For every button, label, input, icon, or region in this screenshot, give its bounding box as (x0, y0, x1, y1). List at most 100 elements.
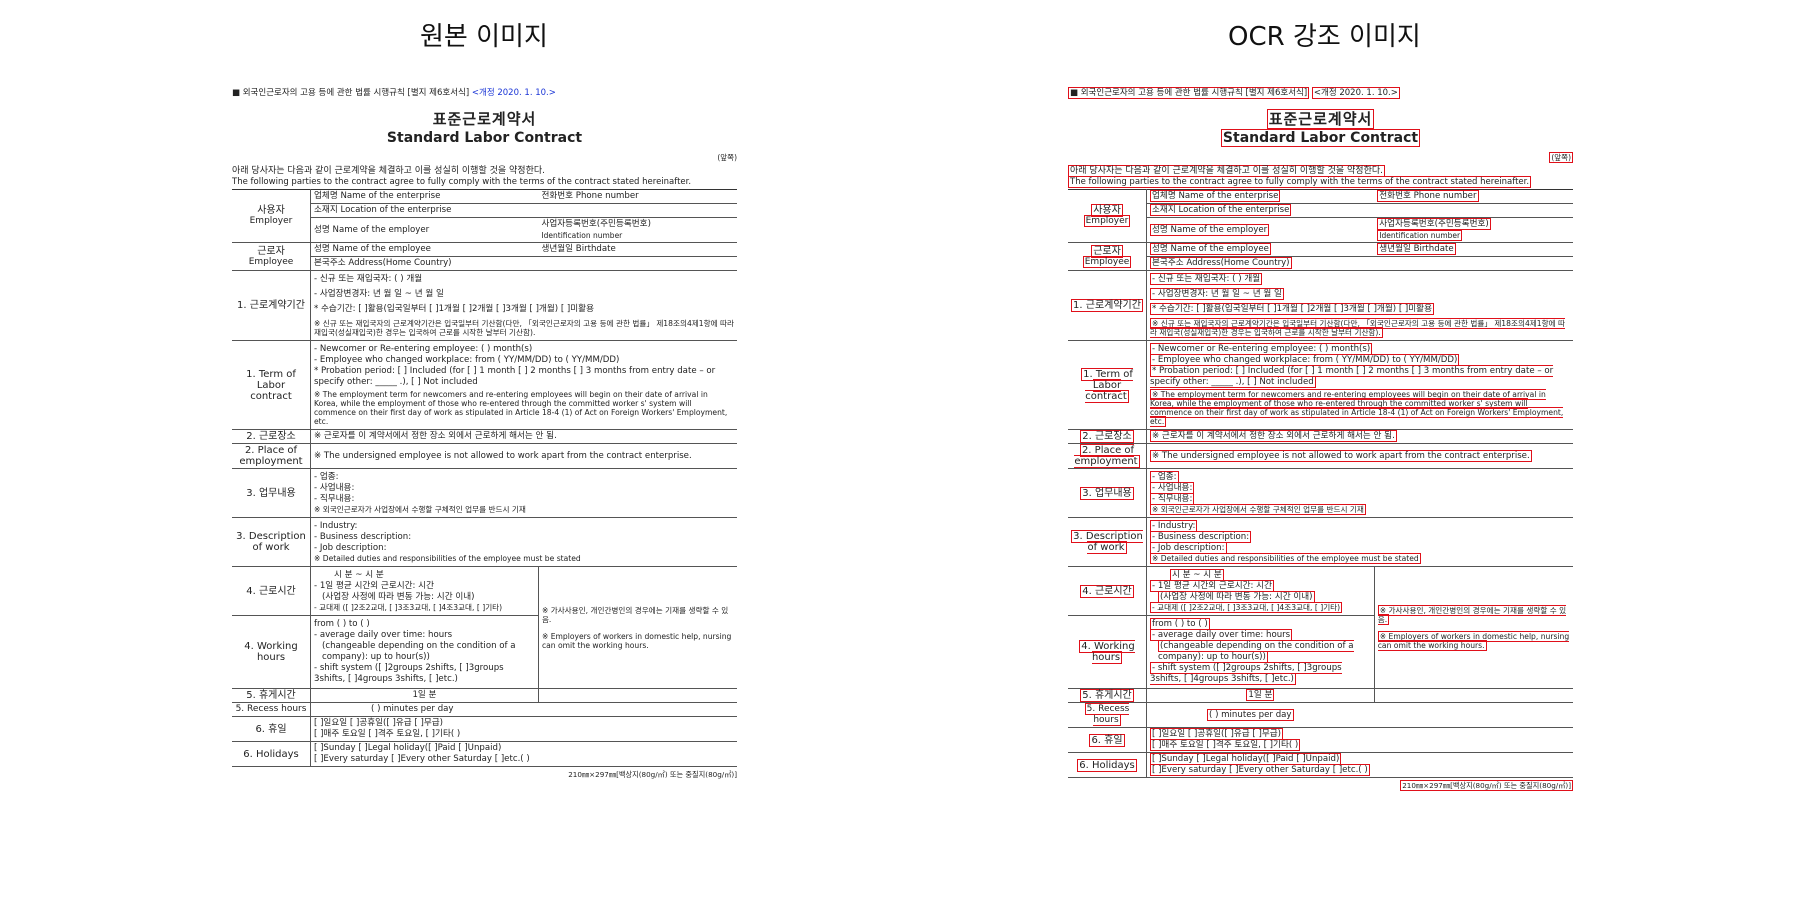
recess-ko-label: 5. 휴게시간 (232, 688, 311, 703)
paper-spec-footer: 210㎜×297㎜[백상지(80g/㎡) 또는 중질지(80g/㎡)] (568, 770, 737, 779)
work-ko-label: 3. 업무내용 (1068, 468, 1147, 518)
enterprise-name-field: 업체명 Name of the enterprise (1146, 189, 1375, 204)
place-ko-label: 2. 근로장소 (232, 429, 311, 444)
term-ko-line: - 사업장변경자: 년 월 일 ~ 년 월 일 (1150, 288, 1570, 300)
phone-field: 전화번호 Phone number (1374, 189, 1573, 204)
holidays-ko-line: [ ]일요일 [ ]공휴일([ ]유급 [ ]무급) (314, 718, 443, 728)
intro-korean: 아래 당사자는 다음과 같이 근로계약을 체결하고 이를 성실히 이행할 것을 … (232, 166, 545, 176)
hours-en-label: 4. Working hours (232, 615, 311, 689)
intro-english-box: The following parties to the contract ag… (1068, 176, 1532, 188)
employee-name-field: 성명 Name of the employee (1146, 242, 1375, 257)
employer-name-field: 성명 Name of the employer (1146, 217, 1375, 243)
hours-note-ko: ※ 가사사용인, 개인간병인의 경우에는 기재를 생략할 수 있음. (541, 605, 729, 624)
ocr-box: Employer (1083, 215, 1131, 227)
term-en-line: * Probation period: [ ] Included (for [ … (1150, 365, 1570, 388)
page-side-label: (앞쪽) (1068, 152, 1573, 163)
term-ko-label: 1. 근로계약기간 (232, 270, 311, 341)
home-address-field: 본국주소 Address(Home Country) (1146, 256, 1573, 271)
employee-label-en: Employee (1071, 255, 1143, 268)
ocr-box: 사업자등록번호(주민등록번호) (1377, 218, 1491, 230)
ocr-box: 6. 휴일 (1089, 733, 1125, 747)
work-ko-note: ※ 외국인근로자가 사업장에서 수행할 구체적인 업무를 반드시 기재 (1150, 504, 1570, 515)
ocr-box: 성명 Name of the employer (1150, 223, 1270, 236)
work-ko-line: - 사업내용: (1150, 482, 1570, 494)
term-ko-line: - 신규 또는 재입국자: ( ) 개월 (1150, 273, 1570, 285)
ocr-box: 4. Working hours (1079, 640, 1135, 664)
hours-note-en: ※ Employers of workers in domestic help,… (1377, 630, 1570, 651)
ocr-box: 5. Recess hours (1084, 703, 1130, 726)
hours-notes: ※ 가사사용인, 개인간병인의 경우에는 기재를 생략할 수 있음. ※ Emp… (537, 566, 737, 689)
ocr-box: 1일 분 (1246, 689, 1275, 701)
work-ko-label: 3. 업무내용 (232, 468, 311, 518)
hours-en-line: (changeable depending on the condition o… (322, 641, 516, 662)
hours-en-line: (changeable depending on the condition o… (1150, 640, 1371, 663)
ocr-box: 3. Description of work (1071, 530, 1143, 554)
intro-text: 아래 당사자는 다음과 같이 근로계약을 체결하고 이를 성실히 이행할 것을 … (232, 166, 737, 188)
title-english: Standard Labor Contract (1068, 129, 1573, 147)
title-english-box: Standard Labor Contract (1220, 129, 1421, 147)
page-side-label: (앞쪽) (717, 153, 737, 162)
title-english: Standard Labor Contract (386, 130, 583, 146)
ocr-box: ※ 외국인근로자가 사업장에서 수행할 구체적인 업무를 반드시 기재 (1150, 504, 1366, 515)
employer-section-label: 사용자 Employer (232, 189, 311, 243)
hours-ko-label: 4. 근로시간 (232, 566, 311, 616)
ocr-box: (changeable depending on the condition o… (1158, 640, 1354, 663)
term-ko-line: - 신규 또는 재입국자: ( ) 개월 (314, 274, 423, 284)
ocr-box: 2. 근로장소 (1080, 430, 1134, 443)
term-ko-note: ※ 신규 또는 재입국자의 근로계약기간은 입국일부터 기산함(다만, 「외국인… (1150, 318, 1570, 338)
work-en-line: - Industry: (314, 521, 358, 531)
work-en-label: 3. Description of work (232, 517, 311, 567)
term-en-label: 1. Term of Labor contract (232, 340, 311, 430)
enterprise-name-field: 업체명 Name of the enterprise (310, 189, 539, 204)
ocr-box: [ ]매주 토요일 [ ]격주 토요일, [ ]기타( ) (1150, 739, 1301, 751)
ocr-box: ※ 가사사용인, 개인간병인의 경우에는 기재를 생략할 수 있음. (1377, 604, 1567, 625)
hours-en-label: 4. Working hours (1068, 615, 1147, 689)
employer-label-en: Employer (249, 216, 293, 226)
term-ko-content: - 신규 또는 재입국자: ( ) 개월 - 사업장변경자: 년 월 일 ~ 년… (310, 270, 737, 341)
work-en-line: - Business description: (314, 532, 412, 542)
place-en-label: 2. Place of employment (232, 443, 311, 469)
intro-english: The following parties to the contract ag… (1068, 176, 1573, 188)
birthdate-field: 생년월일 Birthdate (1374, 242, 1573, 257)
hours-note-en: ※ Employers of workers in domestic help,… (541, 631, 732, 650)
term-ko-label: 1. 근로계약기간 (1068, 270, 1147, 341)
hours-ko-content: 시 분 ~ 시 분 - 1일 평균 시간외 근로시간: 시간 (사업장 사정에 … (310, 566, 539, 616)
phone-field: 전화번호 Phone number (538, 189, 737, 204)
ocr-highlighted-document: ■ 외국인근로자의 고용 등에 관한 법률 시행규칙 [별지 제6호서식] <개… (1068, 86, 1573, 866)
hours-en-content: from ( ) to ( ) - average daily over tim… (1146, 615, 1375, 689)
work-ko-content: - 업종: - 사업내용: - 직무내용: ※ 외국인근로자가 사업장에서 수행… (310, 468, 737, 518)
ocr-box: 성명 Name of the employee (1150, 243, 1271, 255)
paper-spec-footer: 210㎜×297㎜[백상지(80g/㎡) 또는 중질지(80g/㎡)] (1068, 780, 1573, 791)
recess-en-label: 5. Recess hours (232, 702, 311, 717)
holidays-ko-label: 6. 휴일 (232, 716, 311, 742)
ocr-box: 본국주소 Address(Home Country) (1150, 257, 1292, 269)
ocr-box: 3. 업무내용 (1080, 486, 1134, 500)
holidays-ko-line: [ ]매주 토요일 [ ]격주 토요일, [ ]기타( ) (1150, 739, 1570, 751)
ocr-box: 전화번호 Phone number (1377, 190, 1479, 202)
recess-ko-text: 1일 분 (310, 688, 539, 703)
page-side-label-box: (앞쪽) (1549, 152, 1573, 163)
term-en-note: ※ The employment term for newcomers and … (1150, 389, 1570, 427)
holidays-en-line: [ ]Sunday [ ]Legal holiday([ ]Paid [ ]Un… (314, 743, 502, 753)
reg-no-en: Identification number (541, 231, 623, 240)
hours-ko-line: - 교대제 ([ ]2조2교대, [ ]3조3교대, [ ]4조3교대, [ ]… (1150, 602, 1371, 613)
recess-ko-label: 5. 휴게시간 (1068, 688, 1147, 703)
holidays-en-line: [ ]Every saturday [ ]Every other Saturda… (1150, 764, 1570, 776)
ocr-box: 업체명 Name of the enterprise (1150, 190, 1281, 202)
ocr-box: 생년월일 Birthdate (1377, 243, 1456, 255)
ocr-box: [ ]Every saturday [ ]Every other Saturda… (1150, 764, 1370, 776)
ocr-box: 1. Term of Labor contract (1081, 367, 1133, 403)
work-en-label: 3. Description of work (1068, 517, 1147, 567)
enterprise-location-field: 소재지 Location of the enterprise (310, 203, 737, 218)
holidays-ko-label: 6. 휴일 (1068, 727, 1147, 753)
place-ko-text: ※ 근로자를 이 계약서에서 정한 장소 외에서 근로하게 해서는 안 됨. (310, 429, 737, 444)
place-ko-label: 2. 근로장소 (1068, 429, 1147, 444)
employee-name-field: 성명 Name of the employee (310, 242, 539, 257)
employer-name-field: 성명 Name of the employer (310, 217, 539, 243)
employee-section-label: 근로자 Employee (232, 242, 311, 271)
work-en-content: - Industry: - Business description: - Jo… (310, 517, 737, 567)
hours-notes: ※ 가사사용인, 개인간병인의 경우에는 기재를 생략할 수 있음. ※ Emp… (1373, 566, 1573, 689)
hours-en-line: - shift system ([ ]2groups 2shifts, [ ]3… (314, 663, 504, 684)
ocr-box: ※ 근로자를 이 계약서에서 정한 장소 외에서 근로하게 해서는 안 됨. (1150, 430, 1397, 442)
work-ko-line: - 직무내용: (314, 494, 355, 504)
